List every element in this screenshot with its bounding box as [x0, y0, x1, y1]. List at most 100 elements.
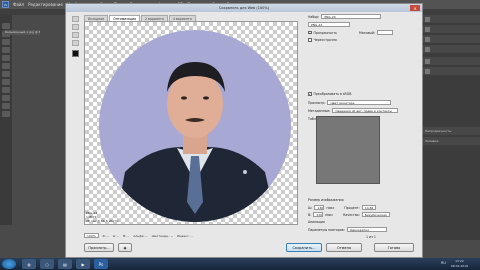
- taskbar: ◍ ○ ▤ ▶ Ps RU 13:22 08.02.2016: [0, 258, 480, 270]
- lapel-pin: [243, 170, 247, 174]
- right-eye: [203, 96, 209, 100]
- matte-select[interactable]: [377, 30, 394, 35]
- percent-label: Процент:: [344, 205, 360, 210]
- metadata-label: Метаданные:: [308, 108, 331, 113]
- panel-row: [422, 45, 480, 53]
- matte-label: Матовый:: [358, 30, 376, 35]
- zoom-tool-icon[interactable]: [2, 111, 10, 117]
- right-panels: Непрозрачность: Заливка:: [422, 15, 480, 240]
- chrome-icon[interactable]: ◍: [22, 259, 36, 269]
- crop-tool-icon[interactable]: [2, 47, 10, 53]
- readout-index: Индекс: --: [177, 233, 193, 238]
- quality-select[interactable]: Бикубическая: [361, 212, 390, 217]
- menu-file[interactable]: Файл: [13, 2, 24, 7]
- height-input[interactable]: 130: [313, 212, 324, 217]
- image-preview[interactable]: [84, 21, 298, 225]
- color-table[interactable]: [316, 116, 380, 184]
- interlaced-checkbox[interactable]: [308, 38, 312, 42]
- image-size-label: Размер изображения: [308, 198, 344, 202]
- toolbox: [0, 15, 12, 225]
- clock[interactable]: 13:22 08.02.2016: [451, 259, 468, 268]
- cancel-button[interactable]: Отмена: [326, 243, 362, 252]
- readout-hex: Шестнадц.: --: [151, 233, 174, 238]
- loop-row: Параметры повторов: Однократно: [308, 227, 387, 232]
- eyedropper-tool-icon[interactable]: [2, 55, 10, 61]
- transparency-checkbox[interactable]: ✓: [308, 31, 312, 35]
- dialog-tools: [71, 16, 81, 106]
- eyedropper-color-swatch[interactable]: [72, 50, 79, 57]
- left-eye: [181, 96, 187, 100]
- preview-button[interactable]: Просмотр...: [84, 243, 114, 252]
- screen: { "app": { "logo": "Ps", "menu": ["Файл"…: [0, 0, 480, 270]
- dialog-title-text: Сохранить для Web (100%): [218, 6, 270, 10]
- dialog-buttons: Просмотр... ◉ Сохранить... Отмена Готово: [84, 243, 414, 253]
- readout-r: R: --: [102, 233, 109, 238]
- opera-icon[interactable]: ○: [40, 259, 54, 269]
- panel-icon[interactable]: [425, 46, 430, 52]
- preview-info: PNG-24 148,7K 28 сек @ 56,6 кбит/с: [86, 211, 146, 225]
- panel-row: [422, 25, 480, 33]
- panel-icon[interactable]: [425, 36, 430, 42]
- panel-icon[interactable]: [425, 16, 430, 22]
- eyedropper-tool-icon[interactable]: [72, 40, 79, 46]
- media-icon[interactable]: ▶: [76, 259, 90, 269]
- language-indicator[interactable]: RU: [441, 261, 446, 265]
- gradient-tool-icon[interactable]: [2, 87, 10, 93]
- close-icon[interactable]: ✕: [410, 5, 420, 11]
- save-for-web-dialog: Сохранить для Web (100%) ✕ Исходное Опти…: [65, 3, 423, 258]
- panel-row: [422, 57, 480, 65]
- panel-icon[interactable]: [425, 68, 430, 74]
- readout-g: G: --: [112, 233, 120, 238]
- preview-mode-select[interactable]: Цвет монитора: [327, 100, 392, 105]
- lasso-tool-icon[interactable]: [2, 39, 10, 45]
- width-input[interactable]: 130: [314, 205, 325, 210]
- quality-label: Качество:: [343, 212, 360, 217]
- width-row: Ш: 130 пикс Процент: 14,82: [308, 205, 376, 210]
- panel-row: [422, 15, 480, 23]
- eraser-tool-icon[interactable]: [2, 79, 10, 85]
- panel-icon[interactable]: [425, 26, 430, 32]
- panel-icon[interactable]: [425, 58, 430, 64]
- animation-row: Анимация: [308, 220, 325, 224]
- preset-select[interactable]: PNG-24: [321, 14, 382, 19]
- start-button-icon[interactable]: [2, 259, 16, 269]
- animation-label: Анимация: [308, 220, 325, 224]
- photoshop-logo-icon: Ps: [2, 1, 9, 8]
- loop-select[interactable]: Однократно: [346, 227, 387, 232]
- menu-edit[interactable]: Редактирование: [28, 2, 63, 7]
- image-size-row: Размер изображения: [308, 198, 344, 202]
- frames-row: 1 из 1: [366, 235, 376, 239]
- done-button[interactable]: Готово: [374, 243, 414, 252]
- zoom-tool-icon[interactable]: [72, 32, 79, 38]
- browser-icon[interactable]: ◉: [118, 243, 132, 252]
- document-tab[interactable]: Безымянный-1.jpg @ 66,7%: [4, 30, 40, 35]
- hand-tool-icon[interactable]: [72, 16, 79, 22]
- convert-srgb-checkbox[interactable]: ✓: [308, 92, 312, 96]
- percent-input[interactable]: 14,82: [361, 205, 376, 210]
- hand-tool-icon[interactable]: [2, 103, 10, 109]
- opacity-row: Непрозрачность:: [422, 127, 480, 135]
- panel-row: [422, 35, 480, 43]
- metadata-select[interactable]: Сведения об авт. праве и контакты: [332, 108, 399, 113]
- format-select[interactable]: PNG-24: [308, 22, 350, 27]
- status-bar: 100% R: -- G: -- B: -- Альфа: -- Шестнад…: [84, 232, 298, 239]
- zoom-select[interactable]: 100%: [84, 233, 99, 238]
- convert-srgb-label: Преобразовать в sRGB: [313, 92, 352, 96]
- fill-label: Заливка:: [425, 139, 440, 143]
- save-button[interactable]: Сохранить...: [286, 243, 322, 252]
- readout-b: B: --: [123, 233, 130, 238]
- height-unit: пикс: [325, 212, 334, 217]
- brush-tool-icon[interactable]: [2, 63, 10, 69]
- text-tool-icon[interactable]: [2, 95, 10, 101]
- move-tool-icon[interactable]: [2, 23, 10, 29]
- interlaced-label: Чересстрочно: [313, 38, 337, 42]
- format-row: PNG-24: [308, 22, 350, 27]
- explorer-icon[interactable]: ▤: [58, 259, 72, 269]
- preset-label: Набор:: [308, 14, 320, 19]
- height-row: В: 130 пикс Качество: Бикубическая: [308, 212, 390, 217]
- photoshop-taskbar-icon[interactable]: Ps: [94, 259, 108, 269]
- stamp-tool-icon[interactable]: [2, 71, 10, 77]
- srgb-row: ✓ Преобразовать в sRGB: [308, 92, 351, 96]
- preview-time: 28 сек @ 56,6 кбит/с: [86, 219, 119, 223]
- slice-tool-icon[interactable]: [72, 24, 79, 30]
